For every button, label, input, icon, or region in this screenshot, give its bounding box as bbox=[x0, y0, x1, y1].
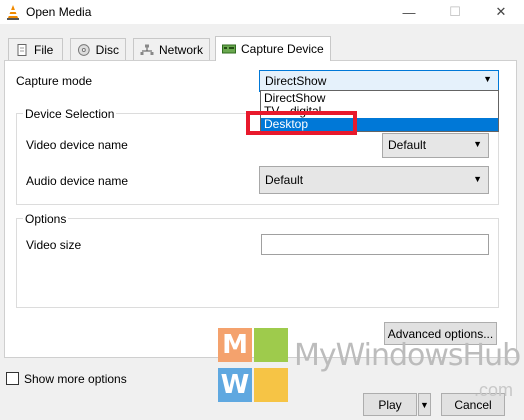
highlight-annotation bbox=[246, 111, 357, 135]
chevron-down-icon: ▼ bbox=[473, 174, 482, 184]
video-size-label: Video size bbox=[26, 238, 82, 252]
device-selection-title: Device Selection bbox=[23, 107, 117, 121]
watermark: M W MyWindowsHub .com bbox=[218, 318, 524, 420]
options-group bbox=[16, 218, 499, 308]
video-device-value: Default bbox=[388, 138, 427, 152]
capture-mode-label: Capture mode bbox=[16, 74, 93, 88]
watermark-brand: MyWindowsHub bbox=[294, 338, 521, 373]
video-device-label: Video device name bbox=[26, 138, 128, 152]
tab-disc[interactable]: Disc bbox=[70, 38, 126, 60]
close-button[interactable]: ✕ bbox=[478, 0, 524, 24]
tab-capture-device[interactable]: Capture Device bbox=[215, 36, 331, 61]
chevron-down-icon: ▼ bbox=[483, 74, 492, 84]
capture-mode-select[interactable]: DirectShow ▼ bbox=[259, 70, 499, 92]
video-size-input[interactable] bbox=[261, 234, 489, 255]
vlc-cone-icon bbox=[7, 5, 19, 20]
options-title: Options bbox=[23, 212, 69, 226]
tab-network[interactable]: Network bbox=[133, 38, 210, 60]
tab-network-label: Network bbox=[158, 42, 203, 57]
show-more-options-checkbox[interactable] bbox=[6, 372, 19, 385]
video-device-select[interactable]: Default ▼ bbox=[382, 133, 489, 158]
minimize-button[interactable]: — bbox=[386, 0, 432, 24]
tab-capture-device-label: Capture Device bbox=[241, 42, 324, 56]
capture-mode-value: DirectShow bbox=[265, 74, 327, 88]
disc-icon bbox=[77, 43, 90, 56]
tab-file-label: File bbox=[34, 42, 54, 57]
maximize-button[interactable]: ☐ bbox=[432, 0, 478, 24]
audio-device-label: Audio device name bbox=[26, 174, 129, 188]
chevron-down-icon: ▼ bbox=[473, 139, 482, 149]
window-title: Open Media bbox=[26, 5, 92, 19]
tab-file[interactable]: File bbox=[8, 38, 63, 60]
watermark-tile-m: M bbox=[218, 328, 252, 362]
watermark-tile-w: W bbox=[218, 368, 252, 402]
audio-device-value: Default bbox=[265, 173, 304, 187]
title-bar: Open Media — ☐ ✕ bbox=[0, 0, 524, 24]
watermark-tld: .com bbox=[474, 380, 514, 400]
network-icon bbox=[140, 44, 154, 55]
capture-card-icon bbox=[222, 44, 236, 54]
tab-strip: File Disc Network Capture Device bbox=[0, 24, 524, 61]
audio-device-select[interactable]: Default ▼ bbox=[259, 166, 489, 194]
file-icon bbox=[17, 43, 27, 56]
tab-disc-label: Disc bbox=[95, 42, 119, 57]
watermark-tile-yellow bbox=[254, 368, 288, 402]
watermark-tile-green bbox=[254, 328, 288, 362]
show-more-options-label: Show more options bbox=[24, 372, 127, 386]
